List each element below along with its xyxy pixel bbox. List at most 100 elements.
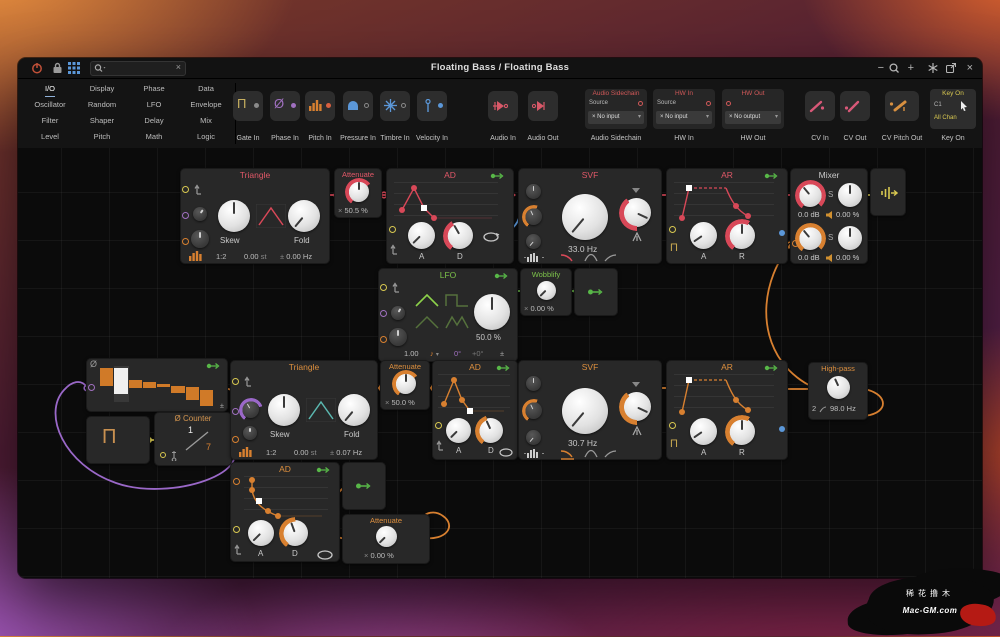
ratio-value[interactable]: 1:2	[266, 448, 276, 457]
phase-knob[interactable]	[391, 306, 405, 320]
loop-icon[interactable]	[316, 550, 334, 560]
source-port[interactable]	[638, 101, 643, 106]
palette-audio-in[interactable]	[488, 91, 518, 121]
module-attenuate-2[interactable]: Attenuate × 50.0 %	[380, 360, 430, 410]
ch2-solo-button[interactable]: S	[828, 233, 833, 242]
palette-hw-out[interactable]: HW Out × No output▾	[722, 89, 784, 129]
sync-mode[interactable]: ♪ ▾	[430, 349, 439, 358]
port-rate-in[interactable]	[380, 336, 387, 343]
attack-knob[interactable]	[408, 222, 435, 249]
module-green-tile-2[interactable]	[342, 462, 386, 510]
lowpass-icon[interactable]	[560, 252, 578, 262]
module-ar-1[interactable]: AR Π A R	[666, 168, 788, 264]
seq-step[interactable]	[200, 390, 213, 406]
release-knob[interactable]	[728, 418, 755, 445]
port-gate-in[interactable]	[669, 422, 676, 429]
ch2-gain-value[interactable]: 0.0 dB	[798, 253, 820, 262]
input-gain-knob[interactable]	[526, 376, 541, 391]
module-pitch-sequencer[interactable]: Ø ±	[86, 358, 228, 412]
category-pitch[interactable]: Pitch	[76, 129, 128, 145]
amount-value[interactable]: 50.0 %	[476, 333, 501, 342]
port-gate-in[interactable]	[669, 226, 676, 233]
highpass-icon[interactable]	[602, 448, 618, 460]
category-mix[interactable]: Mix	[180, 113, 232, 129]
wave-triangle-selected[interactable]	[414, 292, 440, 309]
skew-knob[interactable]	[268, 394, 300, 426]
module-ad-1[interactable]: AD A D	[386, 168, 514, 264]
category-io[interactable]: I/O	[24, 81, 76, 97]
ch2-speaker-icon[interactable]	[826, 254, 834, 262]
source-dropdown[interactable]: × No input▾	[656, 111, 712, 124]
pitch-knob[interactable]	[243, 426, 257, 440]
rate-knob[interactable]	[389, 328, 407, 346]
port-gate-in[interactable]	[389, 226, 396, 233]
ch1-pan-knob[interactable]	[838, 183, 862, 207]
zoom-reset-icon[interactable]	[889, 63, 900, 74]
seq-step[interactable]	[143, 382, 156, 387]
ch2-pan-value[interactable]: 0.00 %	[836, 253, 859, 262]
palette-audio-out[interactable]	[528, 91, 558, 121]
seq-step[interactable]	[171, 386, 184, 393]
palette-timbre-in[interactable]	[380, 91, 410, 121]
module-wobblify[interactable]: Wobblify × 0.00 %	[520, 268, 572, 316]
wave-triangle-uni[interactable]	[414, 314, 440, 331]
bandpass-icon[interactable]	[584, 448, 598, 460]
category-phase[interactable]: Phase	[128, 81, 180, 97]
category-oscillator[interactable]: Oscillator	[24, 97, 76, 113]
ch2-gain-knob[interactable]	[798, 226, 822, 250]
category-display[interactable]: Display	[76, 81, 128, 97]
decay-knob[interactable]	[478, 418, 503, 443]
resonance-knob[interactable]	[622, 198, 651, 227]
module-triangle-2[interactable]: Triangle Skew Fold 1:2 0.00 st ± 0.07 Hz	[230, 360, 378, 460]
wobble-knob[interactable]	[537, 281, 556, 300]
port-out-unconnected[interactable]	[779, 230, 785, 236]
module-lfo[interactable]: LFO 50.0 % 1.00 ♪ ▾ 0° +0° ±	[378, 268, 518, 362]
port-gate-in[interactable]	[160, 452, 166, 458]
cutoff-value[interactable]: 30.7 Hz	[568, 438, 597, 448]
port-phase-in[interactable]	[88, 384, 95, 391]
zoom-out-button[interactable]: −	[878, 61, 884, 75]
seq-step[interactable]	[186, 387, 199, 400]
bipolar-icon[interactable]: ±	[500, 349, 504, 358]
source-port[interactable]	[726, 101, 731, 106]
port-pitch-in[interactable]	[182, 238, 189, 245]
palette-audio-sidechain[interactable]: Audio Sidechain Source × No input▾	[585, 89, 647, 129]
output-dropdown[interactable]: × No output▾	[725, 111, 781, 124]
offset-value[interactable]: +0°	[472, 349, 484, 358]
source-dropdown[interactable]: × No input▾	[588, 111, 644, 124]
palette-gate-in[interactable]: Π	[233, 91, 263, 121]
port-phase-in[interactable]	[380, 310, 387, 317]
seq-steps[interactable]	[100, 362, 214, 406]
module-svf-2[interactable]: SVF 30.7 Hz	[518, 360, 662, 460]
attack-knob[interactable]	[248, 520, 274, 546]
pitch-knob[interactable]	[191, 230, 209, 248]
phase-mod-knob[interactable]	[242, 401, 259, 418]
category-data[interactable]: Data	[180, 81, 232, 97]
loop-icon[interactable]	[482, 232, 500, 242]
attack-knob[interactable]	[690, 418, 717, 445]
fold-knob[interactable]	[338, 394, 370, 426]
attack-knob[interactable]	[690, 222, 717, 249]
category-lfo[interactable]: LFO	[128, 97, 180, 113]
port-out-unconnected[interactable]	[779, 426, 785, 432]
palette-cv-in[interactable]	[805, 91, 835, 121]
module-green-tile-1[interactable]	[574, 268, 618, 316]
category-level[interactable]: Level	[24, 129, 76, 145]
loop-icon[interactable]	[498, 448, 514, 457]
cutoff-knob[interactable]	[562, 388, 608, 434]
category-envelope[interactable]: Envelope	[180, 97, 232, 113]
release-knob[interactable]	[728, 222, 755, 249]
category-filter[interactable]: Filter	[24, 113, 76, 129]
port-pitch-in[interactable]	[232, 436, 239, 443]
phase-knob[interactable]	[193, 207, 207, 221]
port-phase-in[interactable]	[232, 408, 239, 415]
palette-hw-in[interactable]: HW In Source × No input▾	[653, 89, 715, 129]
category-delay[interactable]: Delay	[128, 113, 180, 129]
ch1-speaker-icon[interactable]	[826, 211, 834, 219]
palette-pressure-in[interactable]	[343, 91, 373, 121]
amount-knob[interactable]	[474, 294, 510, 330]
fine-tune-value[interactable]: ± 0.07 Hz	[330, 448, 362, 457]
module-gate-in[interactable]: Π	[86, 416, 150, 464]
attenuate-knob[interactable]	[348, 181, 369, 202]
module-audio-out[interactable]	[870, 168, 906, 216]
